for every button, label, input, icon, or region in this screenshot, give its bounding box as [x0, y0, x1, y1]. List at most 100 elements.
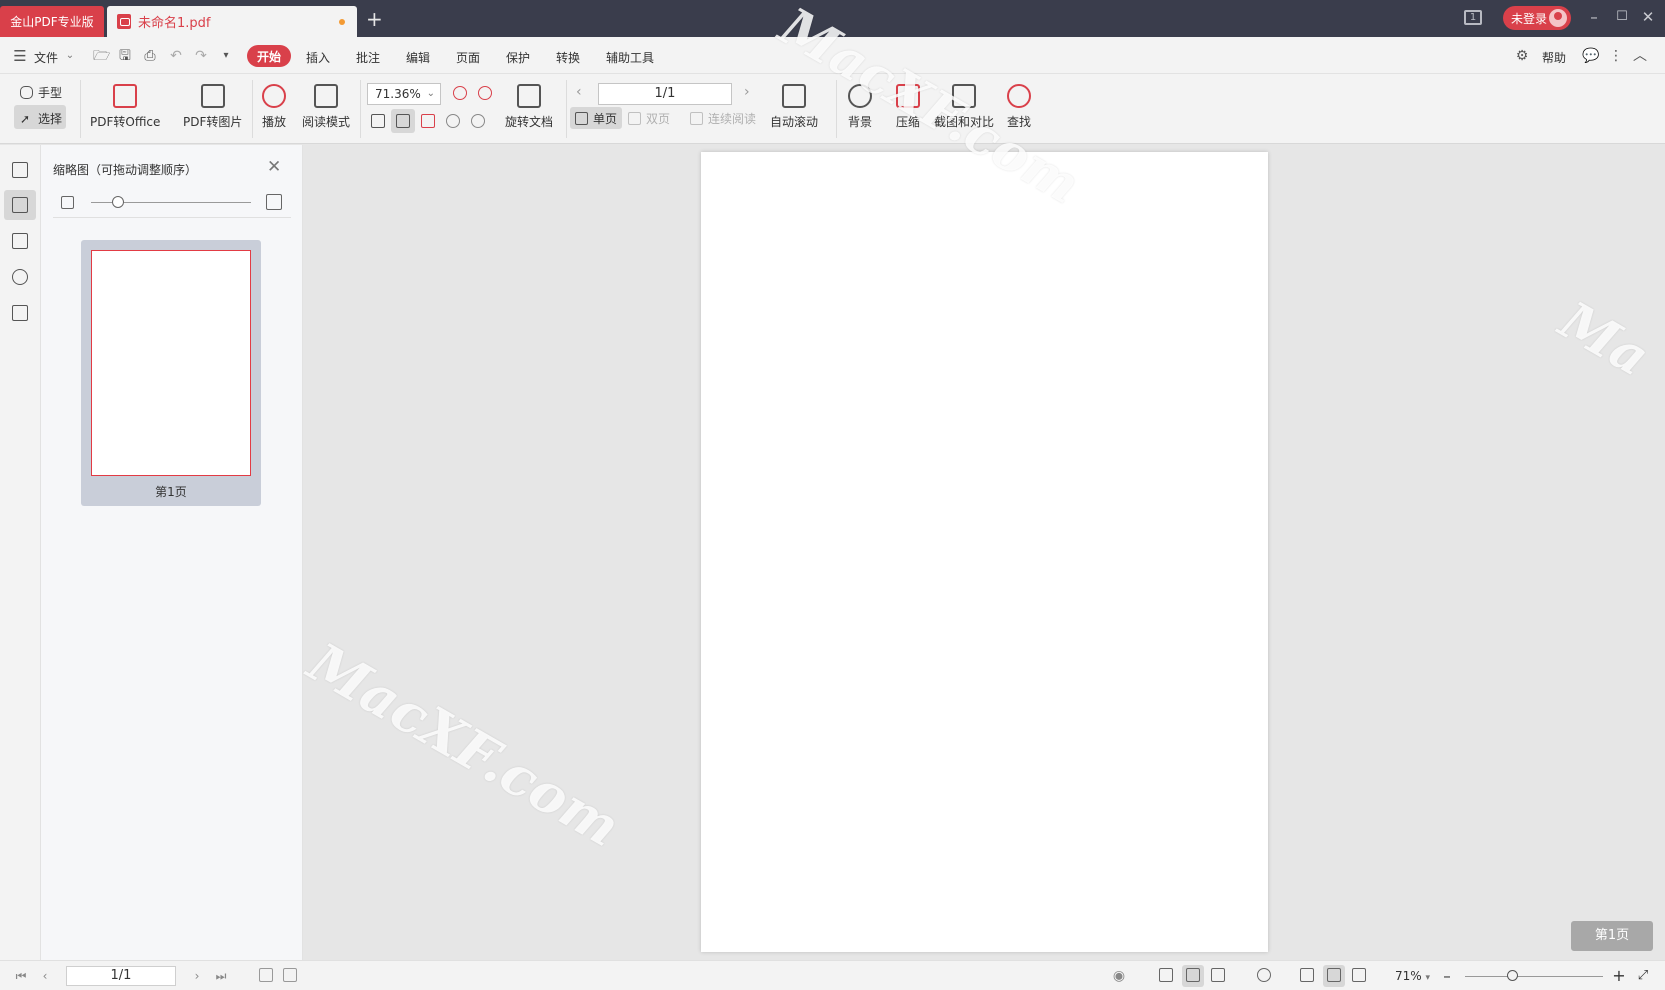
menu-start[interactable]: 开始 — [247, 45, 291, 67]
close-icon[interactable]: ✕ — [1638, 7, 1658, 27]
zoom-in-icon[interactable] — [478, 86, 492, 100]
double-page-button[interactable]: 双页 — [628, 110, 670, 127]
fullscreen-icon[interactable]: ⤢ — [1636, 969, 1650, 983]
fit-width-icon[interactable] — [421, 114, 435, 128]
login-button[interactable]: 未登录 — [1503, 6, 1571, 30]
customize-icon[interactable]: ▾ — [218, 48, 234, 64]
settings-gear-icon[interactable]: ⚙ — [1514, 48, 1530, 64]
double-page-label: 双页 — [646, 112, 671, 126]
pdf-to-office-button[interactable]: PDF转Office — [90, 84, 160, 130]
menu-insert[interactable]: 插入 — [306, 49, 330, 66]
page-thumbnail[interactable]: 第1页 — [81, 240, 261, 506]
first-page-icon[interactable]: ⏮ — [14, 969, 28, 983]
select-tool-label: 选择 — [38, 112, 63, 126]
save-icon[interactable]: 🖫 — [117, 48, 133, 64]
single-page-button[interactable]: 单页 — [575, 110, 617, 127]
open-folder-icon[interactable]: 🗁 — [93, 48, 110, 64]
next-page-icon[interactable]: › — [190, 969, 204, 983]
auto-scroll-label: 自动滚动 — [770, 115, 819, 129]
new-tab-button[interactable]: + — [366, 9, 383, 29]
fit-width-icon[interactable] — [1352, 968, 1366, 982]
auto-scroll-icon — [782, 84, 806, 108]
play-icon[interactable] — [1257, 968, 1271, 982]
actual-size-icon[interactable] — [1300, 968, 1314, 982]
comment-icon[interactable] — [12, 233, 28, 249]
thumbnail-panel-title: 缩略图（可拖动调整顺序） — [53, 163, 198, 177]
rotate-document-label: 旋转文档 — [505, 115, 554, 129]
zoom-in-icon[interactable]: + — [1612, 968, 1626, 984]
menu-help[interactable]: 帮助 — [1542, 49, 1566, 66]
large-image-icon[interactable] — [266, 194, 282, 210]
small-image-icon[interactable] — [61, 196, 74, 209]
fit-page-icon[interactable] — [1327, 968, 1341, 982]
page-number-input[interactable]: 1/1 — [598, 83, 732, 105]
bookmark-icon[interactable] — [12, 162, 28, 178]
divider — [53, 217, 291, 218]
document-tab[interactable]: 未命名1.pdf — [107, 6, 357, 37]
pdf-page[interactable] — [701, 152, 1268, 952]
play-label: 播放 — [262, 115, 287, 129]
login-label: 未登录 — [1511, 11, 1548, 26]
continuous-read-button[interactable]: 连续阅读 — [690, 110, 756, 127]
single-page-label: 单页 — [593, 112, 618, 126]
chevron-down-icon: ▾ — [1425, 973, 1431, 983]
zoom-dropdown[interactable]: 71% ▾ — [1395, 969, 1430, 983]
attachment-icon[interactable] — [12, 269, 28, 285]
zoom-out-icon[interactable]: – — [1440, 969, 1454, 984]
continuous-read-icon[interactable] — [1159, 968, 1173, 982]
select-tool[interactable]: ➚ 选择 — [20, 110, 62, 127]
zoom-slider[interactable] — [1465, 976, 1603, 977]
document-canvas[interactable]: 第1页 — [303, 145, 1665, 960]
prev-page-icon[interactable]: ‹ — [576, 84, 582, 100]
rotate-document-icon — [517, 84, 541, 108]
hand-tool[interactable]: 手型 — [20, 84, 62, 101]
feedback-icon[interactable]: 💬 — [1582, 48, 1599, 64]
app-tab[interactable]: 金山PDF专业版 — [0, 6, 104, 37]
actual-size-icon[interactable] — [371, 114, 385, 128]
close-icon[interactable]: ✕ — [267, 157, 281, 177]
fit-page-icon[interactable] — [396, 114, 410, 128]
zoom-input[interactable]: 71.36% ⌄ — [367, 83, 441, 105]
zoom-out-icon[interactable] — [453, 86, 467, 100]
menu-file[interactable]: 文件 — [34, 49, 58, 66]
rotate-right-icon[interactable] — [446, 114, 460, 128]
window-count-icon[interactable]: 1 — [1464, 10, 1482, 25]
slider-handle[interactable] — [112, 196, 124, 208]
zoom-slider-handle[interactable] — [1507, 970, 1518, 981]
last-page-icon[interactable]: ⏭ — [214, 969, 228, 983]
auto-scroll-button[interactable]: 自动滚动 — [770, 84, 818, 130]
minimize-icon[interactable]: – — [1584, 7, 1604, 27]
signature-icon[interactable] — [12, 305, 28, 321]
rotate-left-icon[interactable] — [471, 114, 485, 128]
menu-annotate[interactable]: 批注 — [356, 49, 380, 66]
undo-icon[interactable]: ↶ — [168, 48, 184, 64]
next-view-icon[interactable] — [283, 968, 297, 982]
menu-convert[interactable]: 转换 — [556, 49, 580, 66]
redo-icon[interactable]: ↷ — [193, 48, 209, 64]
single-page-icon[interactable] — [1186, 968, 1200, 982]
document-tab-label: 未命名1.pdf — [138, 16, 211, 31]
status-page-input[interactable]: 1/1 — [66, 966, 176, 986]
pdf-to-image-button[interactable]: PDF转图片 — [183, 84, 242, 130]
previous-view-icon[interactable] — [259, 968, 273, 982]
play-button[interactable]: 播放 — [262, 84, 286, 130]
eye-icon[interactable]: ◉ — [1112, 969, 1126, 983]
thumbnail-icon[interactable] — [12, 197, 28, 213]
read-mode-button[interactable]: 阅读模式 — [302, 84, 350, 130]
print-icon[interactable]: ⎙ — [142, 48, 158, 64]
prev-page-icon[interactable]: ‹ — [38, 969, 52, 983]
menu-edit[interactable]: 编辑 — [406, 49, 430, 66]
double-page-icon[interactable] — [1211, 968, 1225, 982]
next-page-icon[interactable]: › — [744, 84, 750, 100]
menu-protect[interactable]: 保护 — [506, 49, 530, 66]
more-icon[interactable]: ⋮ — [1608, 48, 1624, 64]
unsaved-dot-icon — [339, 19, 345, 25]
separator — [836, 80, 837, 138]
collapse-ribbon-icon[interactable]: ︿ — [1632, 48, 1648, 64]
menu-page[interactable]: 页面 — [456, 49, 480, 66]
rotate-document-button[interactable]: 旋转文档 — [505, 84, 553, 130]
hamburger-icon[interactable]: ☰ — [12, 48, 28, 64]
chevron-down-icon[interactable]: ⌄ — [62, 48, 78, 64]
maximize-icon[interactable]: ☐ — [1612, 7, 1632, 27]
menu-tools[interactable]: 辅助工具 — [606, 49, 654, 66]
